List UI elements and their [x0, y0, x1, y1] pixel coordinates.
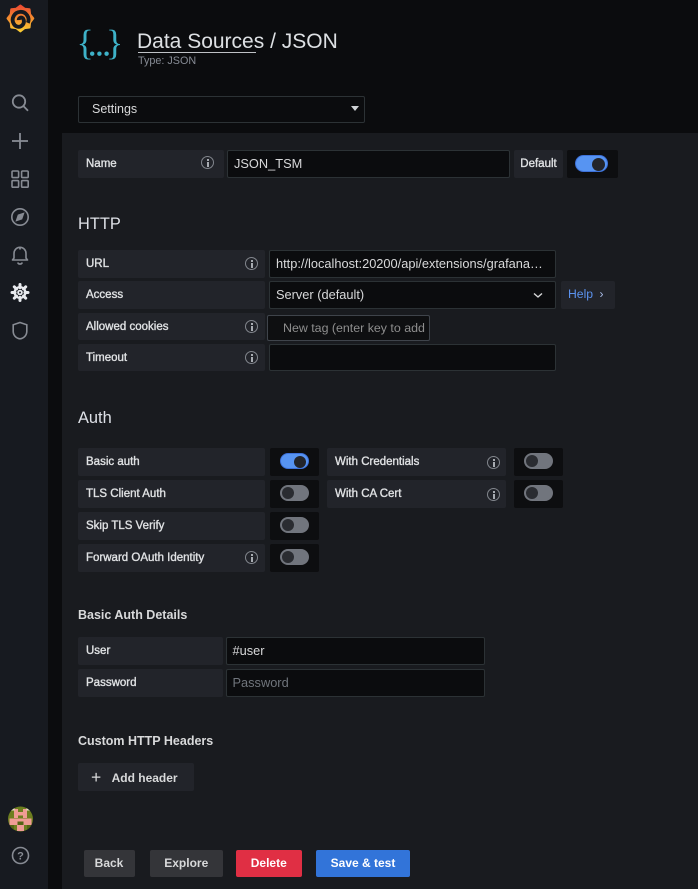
svg-text:?: ? — [17, 851, 24, 863]
svg-text:{: { — [77, 23, 94, 63]
svg-text:}: } — [106, 23, 123, 63]
